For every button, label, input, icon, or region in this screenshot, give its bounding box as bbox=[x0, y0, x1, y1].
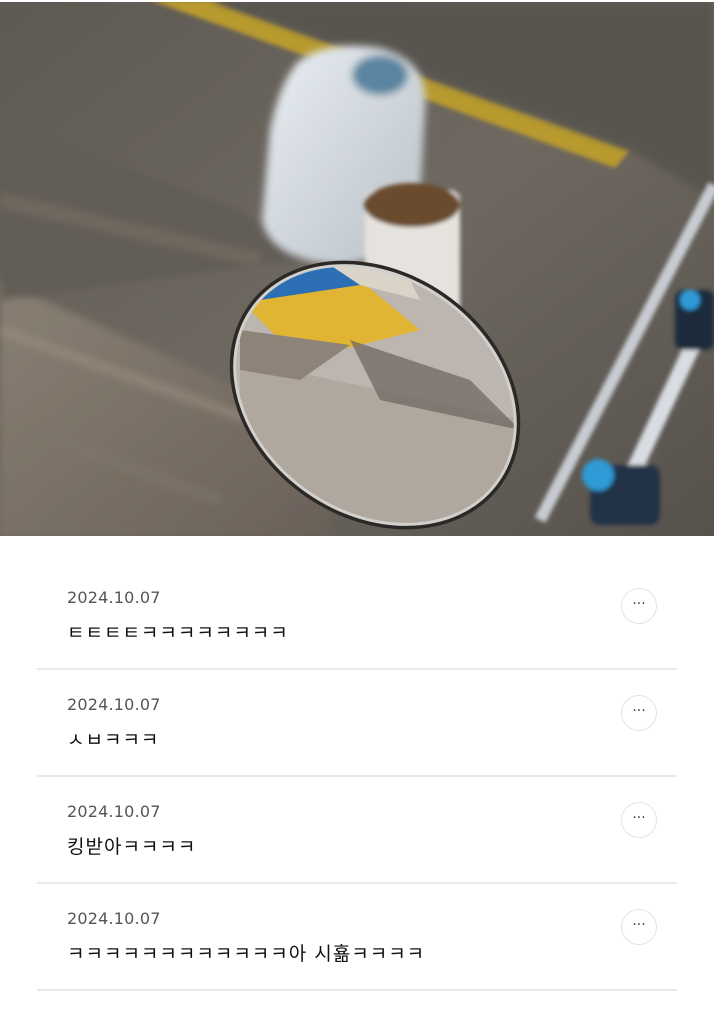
more-dots-icon: ··· bbox=[632, 596, 646, 612]
comment-text: ㅋㅋㅋㅋㅋㅋㅋㅋㅋㅋㅋㅋ아 시횲ㅋㅋㅋㅋ bbox=[67, 943, 426, 965]
page: 2024.10.07 ㅌㅌㅌㅌㅋㅋㅋㅋㅋㅋㅋㅋ ··· 2024.10.07 ㅅ… bbox=[0, 0, 714, 1013]
more-dots-icon: ··· bbox=[632, 810, 646, 826]
comment-item: 2024.10.07 킹받아ㅋㅋㅋㅋ ··· bbox=[37, 777, 677, 884]
post-photo[interactable] bbox=[0, 0, 714, 536]
more-options-button[interactable]: ··· bbox=[621, 802, 657, 838]
motorcycle-mirror-photo bbox=[0, 0, 714, 536]
more-options-button[interactable]: ··· bbox=[621, 695, 657, 731]
comment-date: 2024.10.07 bbox=[67, 802, 161, 821]
comment-text: ㅌㅌㅌㅌㅋㅋㅋㅋㅋㅋㅋㅋ bbox=[67, 622, 289, 644]
comment-date: 2024.10.07 bbox=[67, 695, 161, 714]
comment-item: 2024.10.07 ㅅㅂㅋㅋㅋ ··· bbox=[37, 670, 677, 777]
comment-text: ㅅㅂㅋㅋㅋ bbox=[67, 729, 160, 751]
comment-item: 2024.10.07 ㅋㅋㅋㅋㅋㅋㅋㅋㅋㅋㅋㅋ아 시횲ㅋㅋㅋㅋ ··· bbox=[37, 884, 677, 991]
comment-date: 2024.10.07 bbox=[67, 909, 161, 928]
comment-text: 킹받아ㅋㅋㅋㅋ bbox=[67, 836, 197, 858]
comment-item: 2024.10.07 ㅌㅌㅌㅌㅋㅋㅋㅋㅋㅋㅋㅋ ··· bbox=[37, 563, 677, 670]
more-options-button[interactable]: ··· bbox=[621, 588, 657, 624]
comment-list: 2024.10.07 ㅌㅌㅌㅌㅋㅋㅋㅋㅋㅋㅋㅋ ··· 2024.10.07 ㅅ… bbox=[37, 563, 677, 991]
more-dots-icon: ··· bbox=[632, 917, 646, 933]
comment-date: 2024.10.07 bbox=[67, 588, 161, 607]
more-dots-icon: ··· bbox=[632, 703, 646, 719]
more-options-button[interactable]: ··· bbox=[621, 909, 657, 945]
